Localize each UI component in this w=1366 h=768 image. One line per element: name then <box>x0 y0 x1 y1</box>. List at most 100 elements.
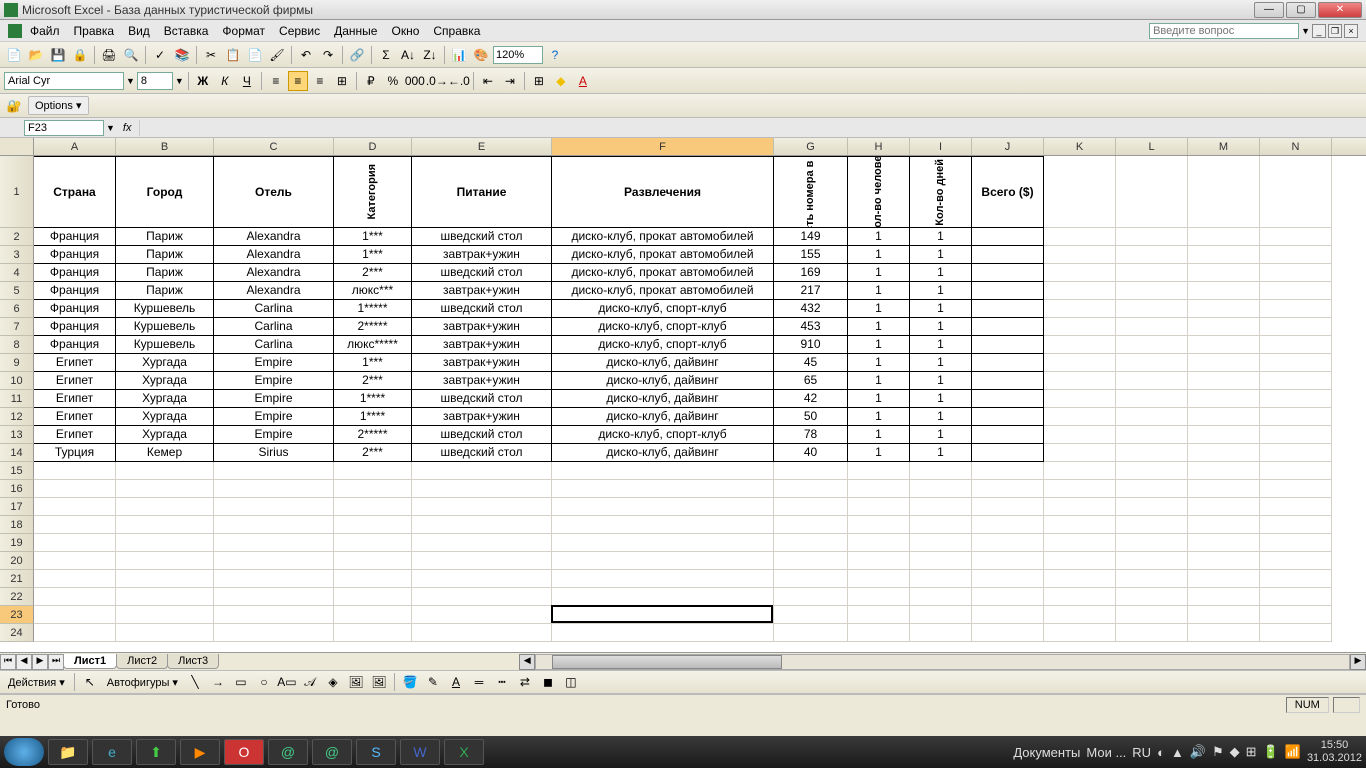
cell-D4[interactable]: 2*** <box>334 264 412 282</box>
cell-H22[interactable] <box>848 588 910 606</box>
arrow-icon[interactable]: → <box>208 672 228 692</box>
bold-icon[interactable]: Ж <box>193 71 213 91</box>
cell-G5[interactable]: 217 <box>774 282 848 300</box>
cell-A11[interactable]: Египет <box>34 390 116 408</box>
cell-M20[interactable] <box>1188 552 1260 570</box>
col-header-C[interactable]: C <box>214 138 334 155</box>
percent-icon[interactable]: % <box>383 71 403 91</box>
cell-E16[interactable] <box>412 480 552 498</box>
cell-H10[interactable]: 1 <box>848 372 910 390</box>
fill-color-icon[interactable]: ◆ <box>551 71 571 91</box>
taskbar-media[interactable]: ▶ <box>180 739 220 765</box>
save-icon[interactable]: 💾 <box>48 45 68 65</box>
cell-C18[interactable] <box>214 516 334 534</box>
cell-N8[interactable] <box>1260 336 1332 354</box>
cell-N9[interactable] <box>1260 354 1332 372</box>
cell-A12[interactable]: Египет <box>34 408 116 426</box>
cell-B9[interactable]: Хургада <box>116 354 214 372</box>
cell-J20[interactable] <box>972 552 1044 570</box>
cell-B20[interactable] <box>116 552 214 570</box>
cell-B24[interactable] <box>116 624 214 642</box>
cell-K10[interactable] <box>1044 372 1116 390</box>
cell-M22[interactable] <box>1188 588 1260 606</box>
name-box-input[interactable] <box>24 120 104 136</box>
cell-L16[interactable] <box>1116 480 1188 498</box>
col-header-H[interactable]: H <box>848 138 910 155</box>
cell-C12[interactable]: Empire <box>214 408 334 426</box>
row-header-17[interactable]: 17 <box>0 498 34 516</box>
tray-icon-8[interactable]: 📶 <box>1285 744 1301 760</box>
cell-A3[interactable]: Франция <box>34 246 116 264</box>
cell-L20[interactable] <box>1116 552 1188 570</box>
cell-L4[interactable] <box>1116 264 1188 282</box>
cell-K13[interactable] <box>1044 426 1116 444</box>
minimize-button[interactable]: — <box>1254 2 1284 18</box>
cell-C22[interactable] <box>214 588 334 606</box>
italic-icon[interactable]: К <box>215 71 235 91</box>
cell-E13[interactable]: шведский стол <box>412 426 552 444</box>
hscroll-track[interactable] <box>535 654 1350 670</box>
cell-H13[interactable]: 1 <box>848 426 910 444</box>
cell-K23[interactable] <box>1044 606 1116 624</box>
cell-A21[interactable] <box>34 570 116 588</box>
cell-D24[interactable] <box>334 624 412 642</box>
sheet-prev-icon[interactable]: ◀ <box>16 654 32 670</box>
cell-K15[interactable] <box>1044 462 1116 480</box>
header-cell-D[interactable]: Категория <box>334 156 412 228</box>
cell-A24[interactable] <box>34 624 116 642</box>
cell-K19[interactable] <box>1044 534 1116 552</box>
cell-M8[interactable] <box>1188 336 1260 354</box>
cell-G12[interactable]: 50 <box>774 408 848 426</box>
cell-B8[interactable]: Куршевель <box>116 336 214 354</box>
cell-K4[interactable] <box>1044 264 1116 282</box>
mdi-close[interactable]: × <box>1344 24 1358 38</box>
row-header-15[interactable]: 15 <box>0 462 34 480</box>
cell-H4[interactable]: 1 <box>848 264 910 282</box>
cell-N13[interactable] <box>1260 426 1332 444</box>
tray-icon-4[interactable]: ⚑ <box>1212 744 1224 760</box>
print-icon[interactable]: 🖨 <box>99 45 119 65</box>
cell-J19[interactable] <box>972 534 1044 552</box>
cell-F16[interactable] <box>552 480 774 498</box>
cell-A17[interactable] <box>34 498 116 516</box>
cell-A23[interactable] <box>34 606 116 624</box>
menu-data[interactable]: Данные <box>328 22 383 40</box>
sheet-tab-1[interactable]: Лист1 <box>63 654 117 669</box>
cell-D17[interactable] <box>334 498 412 516</box>
cell-M21[interactable] <box>1188 570 1260 588</box>
cell-D14[interactable]: 2*** <box>334 444 412 462</box>
sheet-last-icon[interactable]: ⏭ <box>48 654 64 670</box>
spreadsheet-grid[interactable]: ABCDEFGHIJKLMN 1СтранаГородОтельКатегори… <box>0 138 1366 652</box>
cell-F9[interactable]: диско-клуб, дайвинг <box>552 354 774 372</box>
cell-I7[interactable]: 1 <box>910 318 972 336</box>
tray-my[interactable]: Мои ... <box>1086 745 1126 760</box>
row-header-16[interactable]: 16 <box>0 480 34 498</box>
cell-L15[interactable] <box>1116 462 1188 480</box>
cell-A18[interactable] <box>34 516 116 534</box>
options-button[interactable]: Options ▾ <box>28 96 89 115</box>
cell-F20[interactable] <box>552 552 774 570</box>
cell-L23[interactable] <box>1116 606 1188 624</box>
cell-J10[interactable] <box>972 372 1044 390</box>
font-color-icon[interactable]: A <box>573 71 593 91</box>
cell-G14[interactable]: 40 <box>774 444 848 462</box>
cell-E6[interactable]: шведский стол <box>412 300 552 318</box>
cell-K5[interactable] <box>1044 282 1116 300</box>
sort-desc-icon[interactable]: Z↓ <box>420 45 440 65</box>
col-header-L[interactable]: L <box>1116 138 1188 155</box>
header-cell-F[interactable]: Развлечения <box>552 156 774 228</box>
cell-I15[interactable] <box>910 462 972 480</box>
cell-M14[interactable] <box>1188 444 1260 462</box>
cell-I5[interactable]: 1 <box>910 282 972 300</box>
cell-B11[interactable]: Хургада <box>116 390 214 408</box>
cell-E14[interactable]: шведский стол <box>412 444 552 462</box>
menu-window[interactable]: Окно <box>385 22 425 40</box>
rectangle-icon[interactable]: ▭ <box>231 672 251 692</box>
cell-C19[interactable] <box>214 534 334 552</box>
cell-A6[interactable]: Франция <box>34 300 116 318</box>
cell-J16[interactable] <box>972 480 1044 498</box>
cell-F7[interactable]: диско-клуб, спорт-клуб <box>552 318 774 336</box>
cell-F17[interactable] <box>552 498 774 516</box>
cell-D23[interactable] <box>334 606 412 624</box>
close-button[interactable]: ✕ <box>1318 2 1362 18</box>
